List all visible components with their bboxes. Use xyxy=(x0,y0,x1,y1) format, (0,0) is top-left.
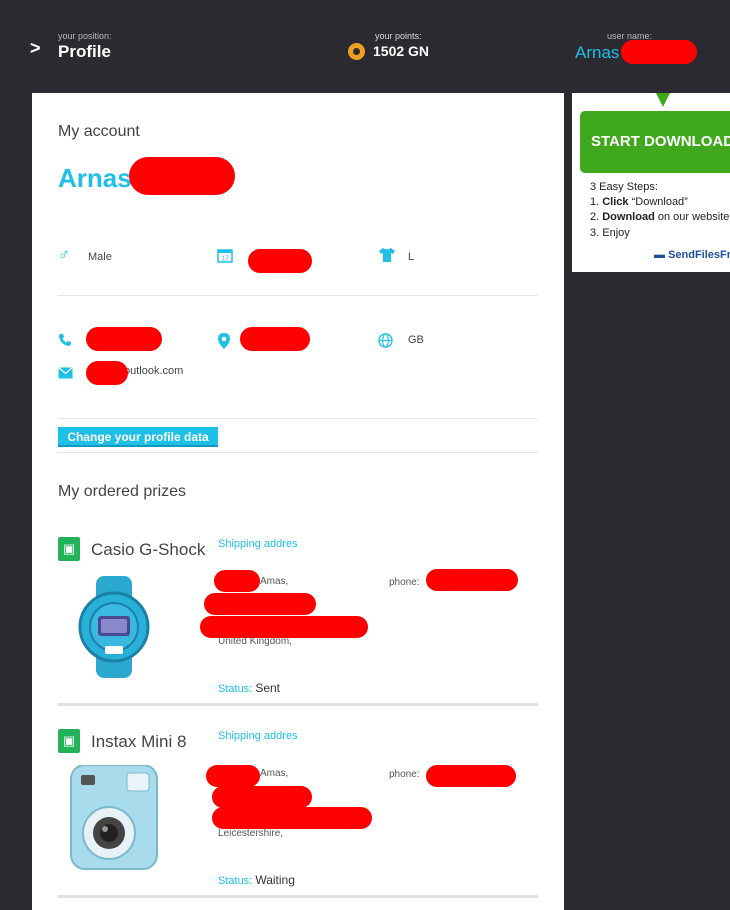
prize-divider xyxy=(58,703,538,706)
redaction xyxy=(426,765,516,787)
address-line: Leicestershire, xyxy=(218,828,284,839)
phone-label: phone: xyxy=(389,577,420,588)
account-name: Arnas xyxy=(58,163,132,193)
ad-step-2: 2. Download on our website xyxy=(590,211,730,223)
calendar-icon: 17 xyxy=(217,247,233,266)
size-value: L xyxy=(408,251,415,263)
redaction xyxy=(212,786,312,808)
redaction xyxy=(86,361,128,385)
advertisement[interactable]: START DOWNLOAD 3 Easy Steps: 1. Click “D… xyxy=(572,93,730,272)
ordered-prizes-title: My ordered prizes xyxy=(58,483,187,500)
redaction xyxy=(86,327,162,351)
globe-icon xyxy=(378,333,393,353)
arrow-down-icon xyxy=(656,93,670,107)
location-pin-icon xyxy=(218,333,230,354)
my-account-title: My account xyxy=(58,123,140,140)
ad-step-1: 1. Click “Download” xyxy=(590,196,688,208)
ad-step-3: 3. Enjoy xyxy=(590,227,630,239)
ad-step-3-text: Enjoy xyxy=(602,227,630,239)
prize-name: Instax Mini 8 xyxy=(91,732,187,751)
ad-logo-text: SendFilesFree xyxy=(668,249,730,261)
address-line: Amas, xyxy=(260,576,289,587)
points-value: 1502 GN xyxy=(373,43,430,59)
gift-icon: ▣ xyxy=(58,729,80,753)
gift-icon: ▣ xyxy=(58,537,80,561)
email-value: outlook.com xyxy=(124,365,184,377)
position-label: your position: xyxy=(58,31,112,41)
tshirt-icon xyxy=(378,247,396,268)
profile-panel: My account Arnas ♂ Male 17 L GB outlook.… xyxy=(32,93,564,910)
ad-logo: ▬ SendFilesFree xyxy=(654,249,730,261)
instax-camera-image xyxy=(70,765,158,870)
redaction xyxy=(240,327,310,351)
username-link[interactable]: Arnas xyxy=(575,43,619,63)
points-coin-icon xyxy=(348,43,365,60)
male-icon: ♂ xyxy=(58,247,70,264)
top-bar: > your position: Profile your points: 15… xyxy=(0,0,730,93)
chevron-right-icon[interactable]: > xyxy=(30,38,41,59)
redaction xyxy=(212,807,372,829)
address-line: United Kingdom, xyxy=(218,636,292,647)
redaction xyxy=(248,249,312,273)
ad-step-2-bold: Download xyxy=(602,211,655,223)
position-value: Profile xyxy=(58,42,111,61)
gender-value: Male xyxy=(88,251,112,263)
casio-watch-image xyxy=(78,576,150,678)
redaction xyxy=(621,40,697,64)
redaction xyxy=(204,593,316,615)
change-profile-button[interactable]: Change your profile data xyxy=(58,427,218,447)
shipping-label: Shipping addres xyxy=(218,538,298,550)
ad-step-2-rest: on our website xyxy=(657,211,730,223)
status-value: Sent xyxy=(255,681,280,695)
divider xyxy=(58,418,538,419)
divider xyxy=(58,452,538,453)
country-value: GB xyxy=(408,334,424,346)
redaction xyxy=(214,570,260,592)
mail-icon xyxy=(58,366,73,384)
prize-name: Casio G-Shock xyxy=(91,540,206,559)
svg-text:17: 17 xyxy=(221,256,229,263)
phone-icon xyxy=(58,333,72,352)
redaction xyxy=(129,157,235,195)
ad-steps-title: 3 Easy Steps: xyxy=(590,181,658,193)
shipping-label: Shipping addres xyxy=(218,730,298,742)
status-value: Waiting xyxy=(255,873,295,887)
redaction xyxy=(206,765,260,787)
points-label: your points: xyxy=(375,31,422,41)
status: Status: Waiting xyxy=(218,873,295,887)
ad-step-1-rest: “Download” xyxy=(631,196,688,208)
redaction xyxy=(200,616,368,638)
address-line: Amas, xyxy=(260,768,289,779)
start-download-button[interactable]: START DOWNLOAD xyxy=(580,111,730,173)
divider xyxy=(58,295,538,296)
prize-divider xyxy=(58,895,538,898)
status: Status: Sent xyxy=(218,681,280,695)
phone-label: phone: xyxy=(389,769,420,780)
status-label: Status: xyxy=(218,683,253,695)
status-label: Status: xyxy=(218,875,253,887)
ad-step-1-bold: Click xyxy=(602,196,629,208)
redaction xyxy=(426,569,518,591)
